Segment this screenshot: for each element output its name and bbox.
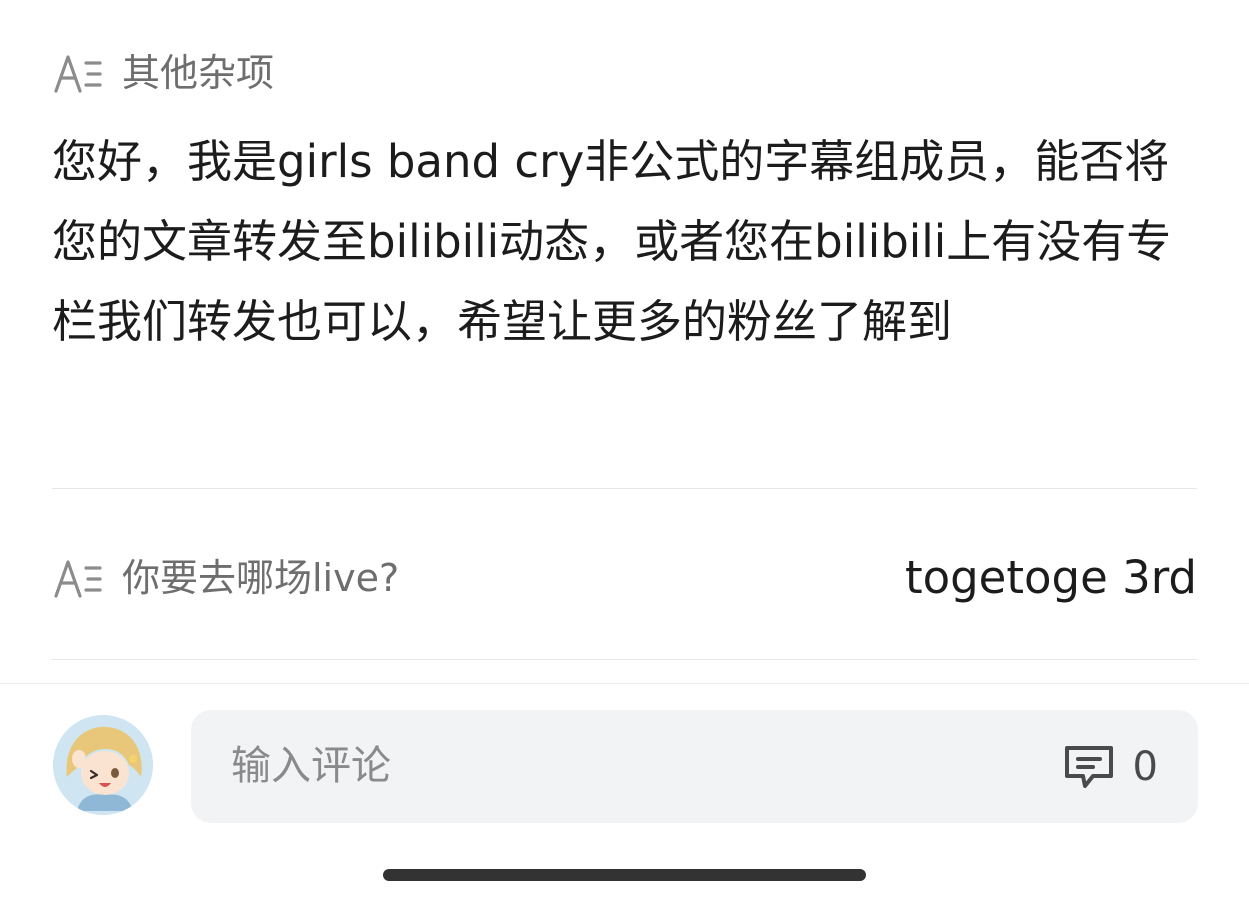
text-field-icon (52, 556, 104, 600)
home-indicator[interactable] (383, 869, 866, 881)
comment-bar-divider (0, 683, 1249, 684)
comment-icon[interactable] (1061, 742, 1117, 792)
field-answer-text: togetoge 3rd (904, 551, 1197, 604)
divider (52, 488, 1197, 489)
field-header-misc: 其他杂项 (52, 43, 274, 103)
field-label: 你要去哪场live? (122, 556, 400, 600)
comment-input[interactable]: 输入评论 0 (191, 710, 1198, 823)
avatar[interactable] (53, 715, 153, 815)
comment-count-button[interactable]: 0 (1061, 710, 1158, 823)
comment-count: 0 (1132, 743, 1158, 790)
field-label: 其他杂项 (122, 51, 275, 95)
field-answer-text: 您好，我是girls band cry非公式的字幕组成员，能否将您的文章转发至b… (52, 135, 1172, 348)
text-field-icon (52, 51, 104, 95)
field-header-live: 你要去哪场live? (52, 548, 399, 608)
comment-placeholder[interactable]: 输入评论 (231, 710, 391, 823)
form-answer-page: 其他杂项 您好，我是girls band cry非公式的字幕组成员，能否将您的文… (0, 0, 1249, 900)
divider (52, 659, 1197, 660)
